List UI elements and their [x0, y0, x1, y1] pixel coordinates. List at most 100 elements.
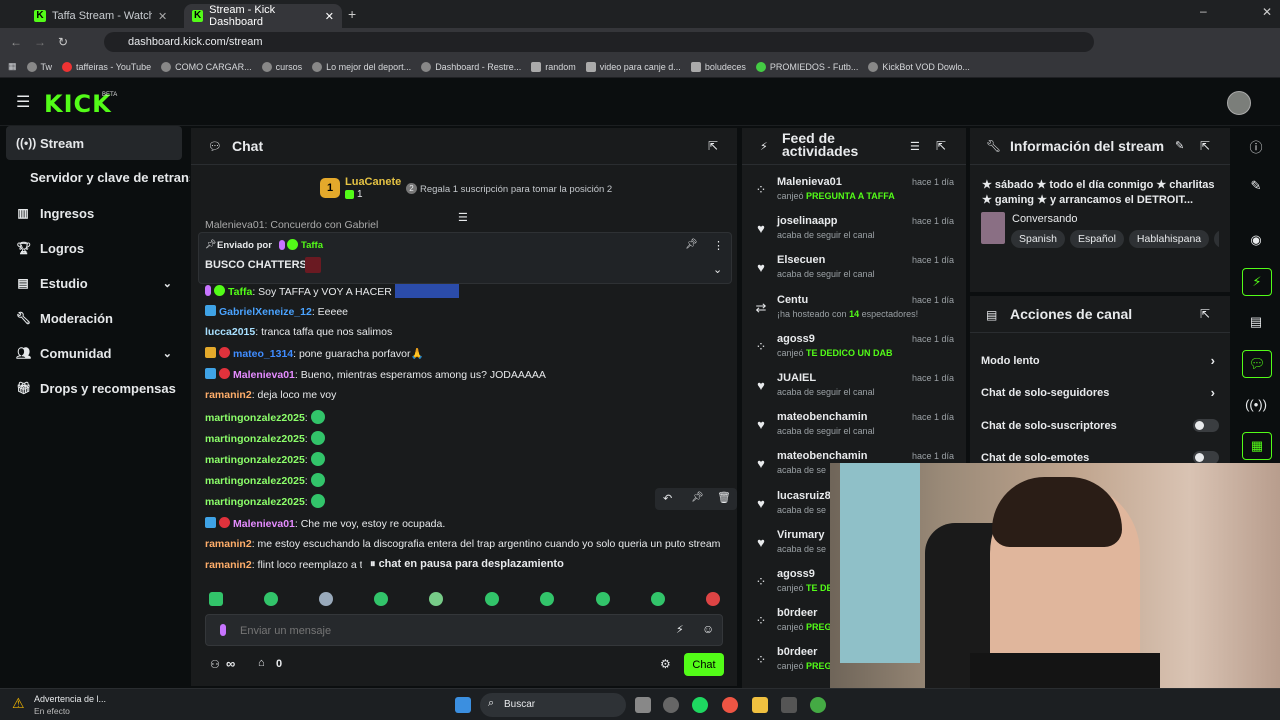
emote-icon[interactable]: [374, 592, 388, 606]
chat-username[interactable]: Malenieva01: [233, 518, 295, 530]
user-avatar[interactable]: [1227, 91, 1251, 115]
camera-icon[interactable]: ◉: [1237, 226, 1275, 254]
menu-icon[interactable]: ☰: [16, 92, 30, 112]
tab-watch-live[interactable]: K Taffa Stream - Watch Live o ✕: [26, 4, 180, 28]
taskbar-search[interactable]: ⌕ Buscar: [480, 693, 626, 717]
emote-icon[interactable]: [596, 592, 610, 606]
bookmark[interactable]: Tw: [26, 61, 52, 72]
tag[interactable]: T: [1214, 230, 1219, 248]
emote-icon[interactable]: [209, 592, 223, 606]
app-icon[interactable]: [663, 697, 679, 713]
bookmark[interactable]: COMO CARGAR...: [161, 61, 252, 72]
popout-icon[interactable]: ⇱: [936, 139, 946, 153]
chat-input-box[interactable]: ⚡︎ ☺: [205, 614, 723, 646]
pin-icon[interactable]: 📌︎: [691, 492, 704, 503]
feed-item[interactable]: ♥ mateobenchamin hace 1 día acaba de seguir…: [750, 411, 962, 449]
taskview-icon[interactable]: [635, 697, 651, 713]
action-slow-mode[interactable]: Modo lento ›: [981, 353, 1221, 368]
emote-icon[interactable]: [651, 592, 665, 606]
sidebar-item-comunidad[interactable]: 👥︎ Comunidad ⌄: [6, 336, 182, 370]
emote-icon[interactable]: [264, 592, 278, 606]
chat-username[interactable]: ramanin2: [205, 559, 252, 571]
store-icon[interactable]: [781, 697, 797, 713]
chat-username[interactable]: martingonzalez2025: [205, 496, 305, 508]
chat-username[interactable]: ramanin2: [205, 389, 252, 401]
back-icon[interactable]: ←: [10, 35, 22, 49]
sidebar-item-stream[interactable]: ((•)) Stream: [6, 126, 182, 160]
sidebar-item-estudio[interactable]: ▤ Estudio ⌄: [6, 266, 182, 300]
document-icon[interactable]: ▤: [1237, 308, 1275, 336]
kick-emote-icon[interactable]: ⚡︎: [676, 623, 684, 636]
emote-icon[interactable]: [485, 592, 499, 606]
warning-icon[interactable]: ⚠: [12, 695, 25, 712]
file-explorer-icon[interactable]: [752, 697, 768, 713]
bookmark[interactable]: Lo mejor del deport...: [312, 61, 411, 72]
close-icon[interactable]: ✕: [158, 10, 167, 23]
feed-item[interactable]: ♥ Elsecuen hace 1 día acaba de seguir el ca…: [750, 254, 962, 292]
bookmark[interactable]: taffeiras - YouTube: [62, 61, 151, 72]
chevron-down-icon[interactable]: ⌄: [713, 263, 722, 276]
chat-username[interactable]: mateo_1314: [233, 348, 293, 360]
emote-icon[interactable]: [540, 592, 554, 606]
delete-icon[interactable]: 🗑︎: [717, 491, 731, 504]
bookmark[interactable]: video para canje d...: [585, 61, 681, 72]
bookmark[interactable]: KickBot VOD Dowlo...: [868, 61, 970, 72]
windows-start-icon[interactable]: [455, 697, 471, 713]
action-followers-only[interactable]: Chat de solo-seguidores ›: [981, 385, 1221, 400]
more-icon[interactable]: ⋮: [713, 239, 724, 252]
forward-icon[interactable]: →: [34, 35, 46, 49]
sidebar-item-server-key[interactable]: Servidor y clave de retransm: [6, 160, 190, 194]
store-icon[interactable]: ⌂: [258, 657, 265, 669]
close-window-icon[interactable]: ✕: [1262, 5, 1272, 19]
chat-username[interactable]: martingonzalez2025: [205, 475, 305, 487]
tag[interactable]: Español: [1069, 230, 1124, 248]
chrome-icon[interactable]: [810, 697, 826, 713]
popout-icon[interactable]: ⇱: [708, 139, 718, 153]
chat-username[interactable]: martingonzalez2025: [205, 433, 305, 445]
chat-username[interactable]: Taffa: [228, 286, 252, 298]
bookmark[interactable]: PROMIEDOS - Futb...: [755, 61, 858, 72]
reload-icon[interactable]: ↻: [58, 35, 68, 49]
chat-bubble-icon[interactable]: 💬︎: [1242, 350, 1272, 378]
feed-item[interactable]: ♥ JUAIEL hace 1 día acaba de seguir el cana…: [750, 372, 962, 410]
bookmark[interactable]: cursos: [261, 61, 302, 72]
info-icon[interactable]: ⓘ: [1237, 132, 1275, 160]
chat-username[interactable]: Malenieva01: [233, 369, 295, 381]
emote-icon[interactable]: [706, 592, 720, 606]
actions-icon[interactable]: ▦: [1242, 432, 1272, 460]
bookmark[interactable]: Dashboard - Restre...: [421, 61, 521, 72]
reply-icon[interactable]: ↶: [663, 492, 672, 505]
close-icon[interactable]: ✕: [325, 10, 334, 23]
emote-icon[interactable]: [319, 592, 333, 606]
subscribers-only-toggle[interactable]: [1193, 419, 1219, 432]
bookmark[interactable]: boludeces: [690, 61, 746, 72]
feed-item[interactable]: ⁘ agoss9 hace 1 día canjeó TE DEDICO UN DAB: [750, 333, 962, 371]
filter-icon[interactable]: ☰: [910, 140, 920, 153]
unpin-icon[interactable]: 📌︎: [685, 239, 698, 250]
popout-icon[interactable]: ⇱: [1200, 139, 1210, 153]
chat-username[interactable]: GabrielXeneize_12: [219, 306, 312, 318]
spotify-icon[interactable]: [692, 697, 708, 713]
broadcast-icon[interactable]: ((•)): [1237, 390, 1275, 418]
popout-icon[interactable]: ⇱: [1200, 307, 1210, 321]
bolt-icon[interactable]: ⚡︎: [1242, 268, 1272, 296]
address-bar[interactable]: dashboard.kick.com/stream: [104, 32, 1094, 52]
tag[interactable]: Spanish: [1011, 230, 1065, 248]
emoji-icon[interactable]: ☺: [702, 622, 714, 636]
feed-item[interactable]: ⇄ Centu hace 1 día ¡ha hosteado con 14 espe…: [750, 294, 962, 332]
chat-username[interactable]: martingonzalez2025: [205, 454, 305, 466]
chat-settings-icon[interactable]: ⚙: [660, 657, 671, 671]
sidebar-item-logros[interactable]: 🏆︎ Logros: [6, 231, 182, 265]
filter-icon[interactable]: ☰: [458, 211, 468, 224]
chat-username[interactable]: martingonzalez2025: [205, 412, 305, 424]
emote-icon[interactable]: [429, 592, 443, 606]
sidebar-item-moderacion[interactable]: 🔧︎ Moderación: [6, 301, 182, 335]
feed-item[interactable]: ⁘ Malenieva01 hace 1 día canjeó PREGUNTA A …: [750, 176, 962, 214]
tag[interactable]: Hablahispana: [1128, 230, 1210, 248]
edit-icon[interactable]: ✎: [1175, 139, 1184, 152]
edit-icon[interactable]: ✎: [1237, 172, 1275, 200]
chat-username[interactable]: lucca2015: [205, 326, 255, 338]
tab-kick-dashboard[interactable]: K Stream - Kick Dashboard ✕: [184, 4, 342, 28]
sidebar-item-ingresos[interactable]: ▥ Ingresos: [6, 196, 182, 230]
chat-input[interactable]: [240, 622, 640, 640]
